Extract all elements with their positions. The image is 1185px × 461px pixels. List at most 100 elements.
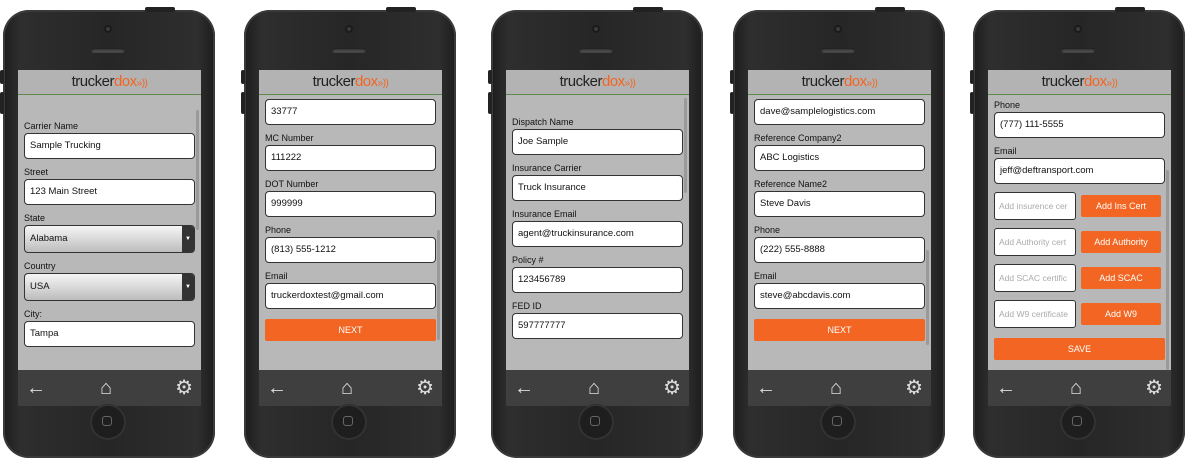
fed-id-field[interactable]: 597777777 [512, 313, 683, 339]
speaker [1061, 48, 1095, 53]
speaker [91, 48, 125, 53]
city-field[interactable]: Tampa [24, 321, 195, 347]
authority-cert-input[interactable]: Add Authority cert [994, 228, 1076, 256]
save-button[interactable]: SAVE [994, 338, 1165, 360]
field-label: Insurance Carrier [512, 163, 582, 173]
home-button[interactable] [331, 404, 367, 440]
bottom-toolbar: ← ⌂ ⚙ [748, 370, 931, 406]
field-label: FED ID [512, 301, 542, 311]
street-field[interactable]: 123 Main Street [24, 179, 195, 205]
phone-field[interactable]: (222) 555-8888 [754, 237, 925, 263]
screen: truckerdox»)) 33777 MC Number 111222 DOT… [259, 70, 442, 406]
gear-icon[interactable]: ⚙ [663, 378, 681, 398]
phone-1: truckerdox»)) Carrier Name Sample Trucki… [0, 7, 215, 458]
insurance-carrier-field[interactable]: Truck Insurance [512, 175, 683, 201]
back-arrow-icon[interactable]: ← [26, 378, 46, 398]
email-field[interactable]: jeff@deftransport.com [994, 158, 1165, 184]
reference-email-field[interactable]: dave@samplelogistics.com [754, 99, 925, 125]
dot-number-field[interactable]: 999999 [265, 191, 436, 217]
insurance-cert-input[interactable]: Add insurence cer [994, 192, 1076, 220]
mc-number-field[interactable]: 111222 [265, 145, 436, 171]
field-label: Phone [754, 225, 781, 235]
speaker [579, 48, 613, 53]
field-label: Insurance Email [512, 209, 577, 219]
volume-button [970, 70, 974, 84]
gear-icon[interactable]: ⚙ [416, 378, 434, 398]
bottom-toolbar: ← ⌂ ⚙ [506, 370, 689, 406]
carrier-name-field[interactable]: Sample Trucking [24, 133, 195, 159]
scrollbar[interactable] [684, 98, 687, 193]
home-icon[interactable]: ⌂ [1070, 378, 1082, 398]
home-icon[interactable]: ⌂ [341, 378, 353, 398]
scrollbar[interactable] [1166, 170, 1169, 370]
dropdown-arrow-icon: ▼ [182, 226, 194, 252]
volume-button [241, 70, 245, 84]
logo: truckerdox»)) [312, 73, 389, 90]
add-authority-button[interactable]: Add Authority [1081, 231, 1161, 253]
reference-company2-field[interactable]: ABC Logistics [754, 145, 925, 171]
reference-name2-field[interactable]: Steve Davis [754, 191, 925, 217]
form: dave@samplelogistics.com Reference Compa… [748, 95, 931, 370]
form: Phone (777) 111-5555 Email jeff@deftrans… [988, 95, 1171, 370]
back-arrow-icon[interactable]: ← [267, 378, 287, 398]
insurance-email-field[interactable]: agent@truckinsurance.com [512, 221, 683, 247]
home-icon[interactable]: ⌂ [100, 378, 112, 398]
field-label: State [24, 213, 46, 223]
policy-number-field[interactable]: 123456789 [512, 267, 683, 293]
volume-button [730, 92, 734, 114]
screen: truckerdox»)) dave@samplelogistics.com R… [748, 70, 931, 406]
volume-button [488, 70, 492, 84]
home-icon[interactable]: ⌂ [830, 378, 842, 398]
camera [104, 25, 112, 33]
field-label: DOT Number [265, 179, 319, 189]
w9-cert-input[interactable]: Add W9 certificate [994, 300, 1076, 328]
zip-field[interactable]: 33777 [265, 99, 436, 125]
volume-button [488, 92, 492, 114]
home-button[interactable] [820, 404, 856, 440]
back-arrow-icon[interactable]: ← [996, 378, 1016, 398]
app-header: truckerdox»)) [988, 70, 1171, 95]
country-select[interactable]: USA ▼ [24, 273, 195, 301]
scrollbar[interactable] [437, 230, 440, 340]
scrollbar[interactable] [196, 110, 199, 230]
volume-button [0, 92, 4, 114]
back-arrow-icon[interactable]: ← [756, 378, 776, 398]
scrollbar[interactable] [926, 250, 929, 345]
scac-cert-input[interactable]: Add SCAC certific [994, 264, 1076, 292]
home-button[interactable] [90, 404, 126, 440]
field-label: Dispatch Name [512, 117, 574, 127]
phone-field[interactable]: (813) 555-1212 [265, 237, 436, 263]
app-header: truckerdox»)) [748, 70, 931, 95]
dispatch-name-field[interactable]: Joe Sample [512, 129, 683, 155]
phone-field[interactable]: (777) 111-5555 [994, 112, 1165, 138]
back-arrow-icon[interactable]: ← [514, 378, 534, 398]
field-label: Carrier Name [24, 121, 79, 131]
state-select[interactable]: Alabama ▼ [24, 225, 195, 253]
field-label: Country [24, 261, 56, 271]
add-ins-cert-button[interactable]: Add Ins Cert [1081, 195, 1161, 217]
gear-icon[interactable]: ⚙ [905, 378, 923, 398]
upload-row: Add Authority cert Add Authority [994, 228, 1165, 256]
logo: truckerdox»)) [1041, 73, 1118, 90]
home-button[interactable] [578, 404, 614, 440]
gear-icon[interactable]: ⚙ [175, 378, 193, 398]
phone-4: truckerdox»)) dave@samplelogistics.com R… [730, 7, 945, 458]
volume-button [730, 70, 734, 84]
power-button [633, 7, 663, 12]
screen: truckerdox»)) Phone (777) 111-5555 Email… [988, 70, 1171, 406]
screen: truckerdox»)) Dispatch Name Joe Sample I… [506, 70, 689, 406]
field-label: City: [24, 309, 42, 319]
email-field[interactable]: steve@abcdavis.com [754, 283, 925, 309]
field-label: Phone [265, 225, 292, 235]
email-field[interactable]: truckerdoxtest@gmail.com [265, 283, 436, 309]
add-w9-button[interactable]: Add W9 [1081, 303, 1161, 325]
next-button[interactable]: NEXT [754, 319, 925, 341]
next-button[interactable]: NEXT [265, 319, 436, 341]
gear-icon[interactable]: ⚙ [1145, 378, 1163, 398]
add-scac-button[interactable]: Add SCAC [1081, 267, 1161, 289]
home-button[interactable] [1060, 404, 1096, 440]
app-header: truckerdox»)) [506, 70, 689, 95]
home-icon[interactable]: ⌂ [588, 378, 600, 398]
camera [834, 25, 842, 33]
app-header: truckerdox»)) [259, 70, 442, 95]
